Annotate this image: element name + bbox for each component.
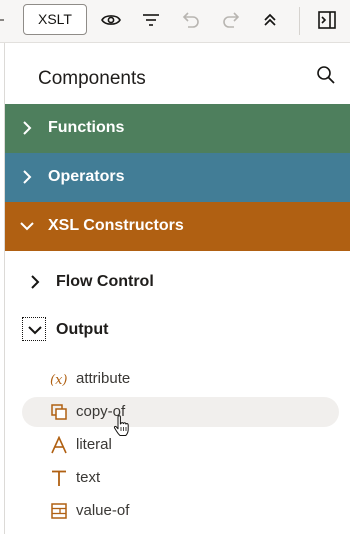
undo-icon[interactable] [180, 9, 202, 31]
category-operators[interactable]: Operators [5, 153, 350, 202]
chevron-right-icon [31, 275, 40, 289]
value-of-icon [51, 503, 67, 519]
xslt-button[interactable]: XSLT [23, 4, 87, 35]
category-label: XSL Constructors [48, 217, 184, 234]
chevron-down-icon [28, 326, 42, 335]
component-item-value-of[interactable]: value-of [5, 495, 350, 527]
subgroup-output[interactable]: Output [5, 313, 350, 347]
category-label: Operators [48, 168, 125, 185]
redo-icon[interactable] [220, 9, 242, 31]
text-icon [52, 470, 66, 486]
component-item-text[interactable]: text [5, 462, 350, 494]
component-item-attribute[interactable]: (x) attribute [5, 363, 350, 395]
category-xsl-constructors[interactable]: XSL Constructors [5, 202, 350, 251]
component-item-copy-of[interactable]: copy-of [5, 396, 350, 436]
literal-icon [51, 436, 67, 454]
toolbar-edge-marker [0, 19, 4, 21]
category-functions[interactable]: Functions [5, 104, 350, 153]
chevron-right-icon [23, 170, 32, 184]
search-icon[interactable] [315, 64, 337, 86]
variable-icon: (x) [50, 373, 67, 388]
component-label: attribute [76, 370, 131, 387]
component-label: literal [76, 436, 112, 453]
category-label: Functions [48, 119, 125, 136]
collapse-all-icon[interactable] [259, 9, 281, 31]
components-panel: Components Functions Operators XSL Const… [4, 43, 350, 534]
toolbar: XSLT [0, 0, 350, 43]
component-label: text [76, 469, 101, 486]
toolbar-separator [299, 7, 300, 35]
panel-title: Components [38, 68, 146, 89]
chevron-right-icon [23, 121, 32, 135]
subgroup-label: Output [56, 321, 109, 338]
subgroup-label: Flow Control [56, 273, 154, 290]
chevron-down-icon [20, 222, 34, 231]
copy-icon [51, 404, 67, 420]
component-item-literal[interactable]: literal [5, 429, 350, 461]
subgroup-flow-control[interactable]: Flow Control [5, 265, 350, 299]
filter-icon[interactable] [140, 9, 162, 31]
svg-text:(x): (x) [50, 373, 67, 388]
eye-icon[interactable] [100, 9, 122, 31]
component-label: value-of [76, 502, 130, 519]
hover-highlight [22, 397, 339, 427]
panel-toggle-icon[interactable] [316, 9, 338, 31]
